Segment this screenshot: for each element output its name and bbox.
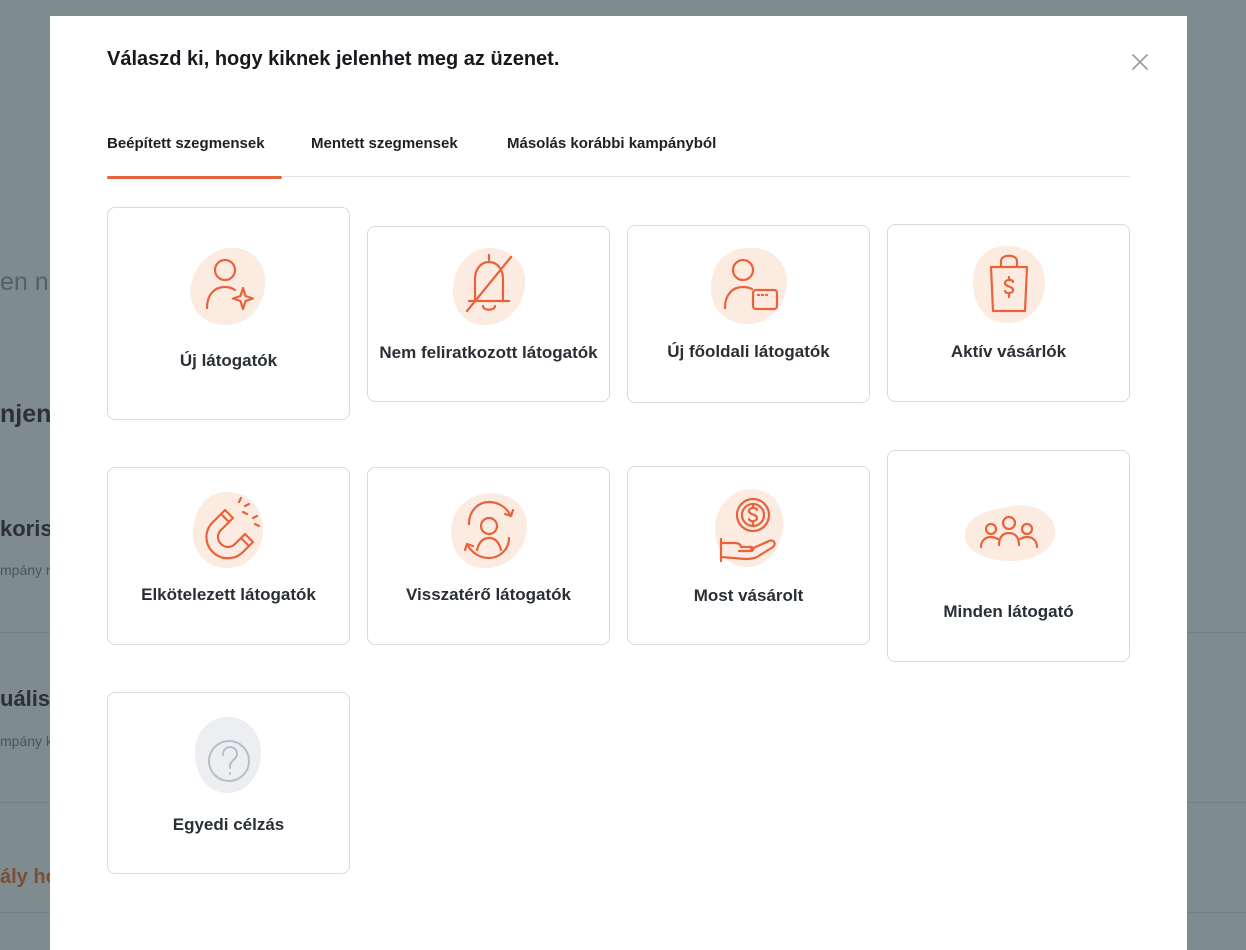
user-sparkle-icon (181, 244, 277, 328)
segment-card-engaged-visitors[interactable]: Elkötelezett látogatók (107, 467, 350, 645)
segment-card-all-visitors[interactable]: Minden látogató (887, 450, 1130, 662)
segment-tabs: Beépített szegmensek Mentett szegmensek … (107, 133, 1130, 179)
background-text: njen (0, 400, 52, 428)
hand-coin-icon (701, 487, 797, 571)
segment-label: Visszatérő látogatók (405, 585, 572, 604)
background-text: koris (0, 516, 53, 541)
active-tab-indicator (107, 176, 282, 179)
magnet-icon (181, 488, 277, 572)
tab-label: Másolás korábbi kampányból (507, 135, 717, 152)
segment-card-new-visitors[interactable]: Új látogatók (107, 207, 350, 420)
segment-card-new-homepage-visitors[interactable]: Új főoldali látogatók (627, 225, 870, 403)
segment-card-active-buyers[interactable]: Aktív vásárlók (887, 224, 1130, 402)
tab-label: Beépített szegmensek (107, 135, 265, 152)
segment-card-returning-visitors[interactable]: Visszatérő látogatók (367, 467, 610, 645)
background-divider (1187, 802, 1246, 803)
segment-label: Új látogatók (179, 351, 278, 370)
modal-title: Válaszd ki, hogy kiknek jelenhet meg az … (107, 48, 560, 70)
segment-label: Egyedi célzás (172, 815, 285, 834)
user-refresh-icon (441, 488, 537, 572)
segment-label: Aktív vásárlók (950, 342, 1067, 361)
background-divider (0, 802, 50, 803)
background-text: en n (0, 268, 49, 296)
tab-built-in-segments[interactable]: Beépített szegmensek (107, 133, 282, 179)
tab-label: Mentett szegmensek (311, 135, 458, 152)
segment-card-custom-targeting[interactable]: Egyedi célzás (107, 692, 350, 874)
background-divider (0, 632, 50, 633)
segment-card-unsubscribed-visitors[interactable]: Nem feliratkozott látogatók (367, 226, 610, 402)
shopping-bag-dollar-icon (961, 243, 1057, 327)
segment-label: Új főoldali látogatók (667, 342, 830, 361)
segment-label: Elkötelezett látogatók (141, 585, 316, 604)
background-text: uális (0, 686, 51, 711)
tab-saved-segments[interactable]: Mentett szegmensek (311, 133, 458, 177)
background-divider (1187, 632, 1246, 633)
segment-label: Most vásárolt (693, 586, 804, 605)
segment-modal: Válaszd ki, hogy kiknek jelenhet meg az … (50, 16, 1187, 950)
user-browser-icon (701, 244, 797, 328)
question-circle-icon (181, 713, 277, 797)
background-divider (0, 912, 50, 913)
background-text: mpány k (0, 733, 53, 749)
users-group-icon (961, 489, 1057, 573)
close-icon (1132, 54, 1148, 70)
background-divider (1187, 912, 1246, 913)
close-button[interactable] (1128, 50, 1152, 74)
tab-copy-from-campaign[interactable]: Másolás korábbi kampányból (507, 133, 716, 177)
bell-off-icon (441, 245, 537, 329)
segment-label: Nem feliratkozott látogatók (379, 343, 598, 362)
segment-card-just-purchased[interactable]: Most vásárolt (627, 466, 870, 645)
segment-label: Minden látogató (943, 602, 1074, 621)
background-text: mpány r (0, 562, 51, 578)
